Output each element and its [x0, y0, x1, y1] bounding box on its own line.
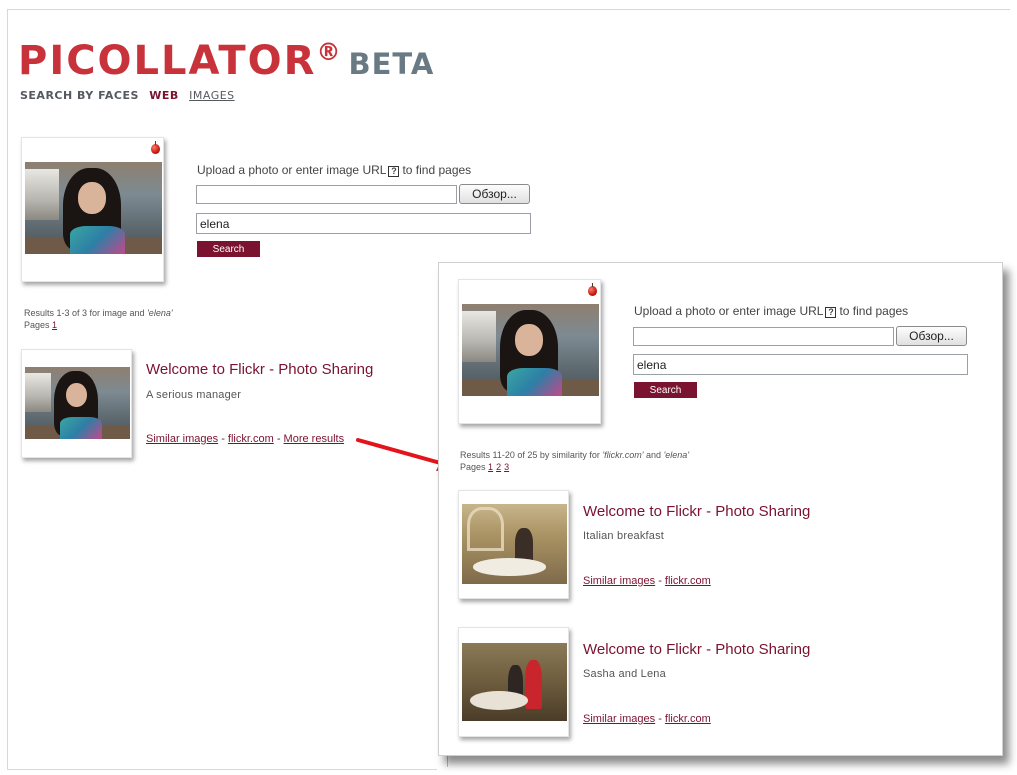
summary-query: 'elena' — [147, 308, 173, 318]
overlay-query-photo — [462, 304, 599, 396]
overlay-result-thumbnail-1 — [462, 504, 567, 584]
overlay-result-links-1: Similar images - flickr.com — [583, 575, 711, 587]
domain-link[interactable]: flickr.com — [228, 433, 274, 445]
link-separator: - — [655, 575, 665, 587]
query-photo-card — [21, 137, 164, 282]
overlay-result-thumbnail-2 — [462, 643, 567, 721]
page-link-3[interactable]: 3 — [504, 462, 509, 472]
summary-prefix: Results 11-20 of 25 by similarity for — [460, 450, 600, 460]
summary-domain: 'flickr.com' — [602, 450, 644, 460]
image-url-input[interactable] — [196, 185, 457, 204]
browse-button[interactable]: Обзор... — [459, 184, 530, 204]
logo-beta-label: BETA — [348, 47, 435, 81]
upload-text-before: Upload a photo or enter image URL — [197, 163, 387, 177]
overlay-result-thumbnail-card-2[interactable] — [458, 627, 569, 737]
overlay-upload-instructions: Upload a photo or enter image URL? to fin… — [634, 304, 908, 318]
results-page-overlay: Upload a photo or enter image URL? to fin… — [438, 262, 1003, 756]
domain-link[interactable]: flickr.com — [665, 713, 711, 725]
overlay-query-text-input[interactable] — [633, 354, 968, 375]
help-icon[interactable]: ? — [388, 166, 400, 177]
overlay-results-summary: Results 11-20 of 25 by similarity for 'f… — [460, 449, 689, 473]
overlay-result-thumbnail-card-1[interactable] — [458, 490, 569, 599]
pages-label: Pages — [460, 462, 486, 472]
result-description: A serious manager — [146, 389, 242, 401]
pagination: Pages 1 — [24, 319, 173, 331]
pages-label: Pages — [24, 320, 50, 330]
query-photo — [25, 162, 162, 254]
logo-registered-mark: ® — [316, 38, 341, 66]
similar-images-link[interactable]: Similar images — [583, 575, 655, 587]
summary-prefix: Results 1-3 of 3 for image and — [24, 308, 145, 318]
result-title-link[interactable]: Welcome to Flickr - Photo Sharing — [146, 361, 373, 378]
nav-web-active: WEB — [149, 89, 179, 102]
similar-images-link[interactable]: Similar images — [146, 433, 218, 445]
query-text-input[interactable] — [196, 213, 531, 234]
overlay-search-button[interactable]: Search — [634, 382, 697, 398]
overlay-result-title-link-1[interactable]: Welcome to Flickr - Photo Sharing — [583, 503, 810, 520]
frame-left-border — [7, 9, 8, 769]
link-separator: - — [655, 713, 665, 725]
frame-top-border — [7, 9, 1010, 10]
frame-bottom-border — [7, 769, 437, 770]
result-links: Similar images - flickr.com - More resul… — [146, 433, 344, 445]
summary-query: 'elena' — [663, 450, 690, 460]
nav-search-by-faces: SEARCH BY FACES — [20, 89, 139, 102]
search-mode-nav: SEARCH BY FACES WEB IMAGES — [20, 89, 235, 102]
overlay-result-links-2: Similar images - flickr.com — [583, 713, 711, 725]
link-separator: - — [218, 433, 228, 445]
overlay-pagination: Pages 123 — [460, 461, 689, 473]
page-link-1[interactable]: 1 — [488, 462, 493, 472]
more-results-link[interactable]: More results — [284, 433, 345, 445]
logo-wordmark: PICOLLATOR — [18, 38, 317, 84]
page-link-1[interactable]: 1 — [52, 320, 57, 330]
upload-instructions: Upload a photo or enter image URL? to fin… — [197, 163, 471, 177]
page-link-2[interactable]: 2 — [496, 462, 501, 472]
help-icon[interactable]: ? — [825, 307, 837, 318]
apple-icon — [151, 141, 160, 154]
overlay-result-title-link-2[interactable]: Welcome to Flickr - Photo Sharing — [583, 641, 810, 658]
overlay-image-url-input[interactable] — [633, 327, 894, 346]
overlay-browse-button[interactable]: Обзор... — [896, 326, 967, 346]
apple-icon — [588, 283, 597, 296]
search-button[interactable]: Search — [197, 241, 260, 257]
overlay-result-description-1: Italian breakfast — [583, 530, 665, 542]
link-separator: - — [273, 433, 284, 445]
domain-link[interactable]: flickr.com — [665, 575, 711, 587]
result-thumbnail-card[interactable] — [21, 349, 132, 458]
overlay-query-photo-card — [458, 279, 601, 424]
nav-images-link[interactable]: IMAGES — [189, 89, 235, 102]
upload-text-after: to find pages — [839, 304, 909, 318]
results-summary: Results 1-3 of 3 for image and 'elena' P… — [24, 307, 173, 331]
result-thumbnail — [25, 367, 130, 439]
site-logo[interactable]: PICOLLATOR® BETA — [18, 38, 434, 84]
upload-text-before: Upload a photo or enter image URL — [634, 304, 824, 318]
upload-text-after: to find pages — [402, 163, 472, 177]
summary-and: and — [646, 450, 662, 460]
similar-images-link[interactable]: Similar images — [583, 713, 655, 725]
overlay-result-description-2: Sasha and Lena — [583, 668, 666, 680]
